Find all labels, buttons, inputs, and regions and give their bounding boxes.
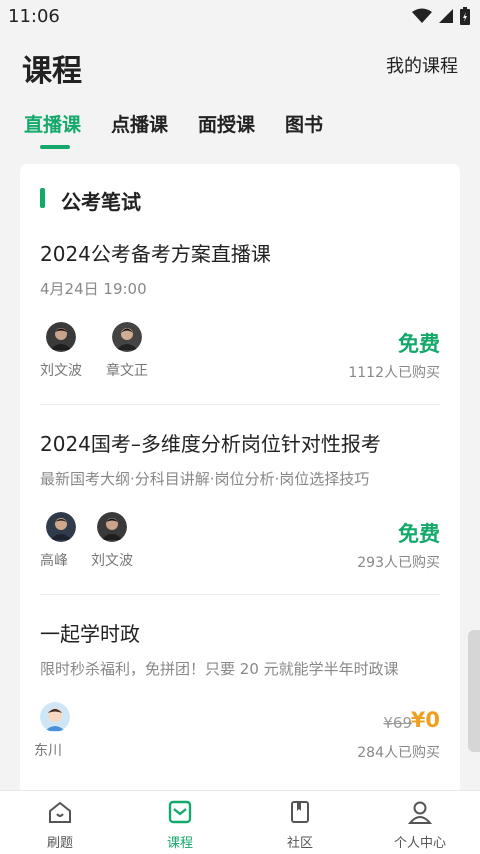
section-header: 公考笔试 xyxy=(20,164,460,214)
avatar xyxy=(40,702,70,732)
wifi-icon xyxy=(412,8,432,23)
nav-item-community[interactable]: 社区 xyxy=(240,799,360,851)
status-icons xyxy=(412,7,470,25)
nav-item-practice[interactable]: 刷题 xyxy=(0,799,120,851)
status-time: 11:06 xyxy=(8,6,60,27)
nav-label: 个人中心 xyxy=(393,836,446,851)
signal-icon xyxy=(439,9,453,23)
course-price: 免费 xyxy=(398,522,440,546)
page-header: 课程 我的课程 xyxy=(0,34,480,94)
nav-label: 课程 xyxy=(166,836,193,851)
course-subtitle: 限时秒杀福利，免拼团！只要 20 元就能学半年时政课 xyxy=(40,660,399,678)
avatar xyxy=(46,322,76,352)
course-subtitle: 4月24日 19:00 xyxy=(40,280,147,298)
nav-label: 刷题 xyxy=(46,836,73,851)
teacher-name: 东川 xyxy=(34,743,62,759)
course-title: 一起学时政 xyxy=(40,622,140,646)
bottom-nav: 刷题 课程 社区 个人中心 xyxy=(0,790,480,854)
teacher: 刘文波 xyxy=(91,512,151,570)
course-book-icon xyxy=(168,800,192,824)
buyer-count: 293人已购买 xyxy=(357,555,440,571)
tab-in-person[interactable]: 面授课 xyxy=(198,110,255,137)
buyer-count: 1112人已购买 xyxy=(348,365,440,381)
home-icon xyxy=(49,801,71,823)
course-subtitle: 最新国考大纲·分科目讲解·岗位分析·岗位选择技巧 xyxy=(40,470,370,488)
floating-side-tab[interactable] xyxy=(468,630,480,752)
tab-on-demand[interactable]: 点播课 xyxy=(111,110,168,137)
teacher: 东川 xyxy=(34,702,94,760)
course-price: 免费 xyxy=(398,332,440,356)
avatar xyxy=(97,512,127,542)
section-title: 公考笔试 xyxy=(61,190,141,214)
active-tab-indicator xyxy=(40,145,70,149)
original-price: ¥69 xyxy=(383,714,412,732)
avatar xyxy=(112,322,142,352)
course-price: ¥0 xyxy=(410,708,440,732)
community-icon xyxy=(291,801,309,823)
tab-books[interactable]: 图书 xyxy=(285,110,323,137)
battery-icon xyxy=(460,7,470,25)
section-accent-bar xyxy=(40,188,45,208)
buyer-count: 284人已购买 xyxy=(357,745,440,761)
divider xyxy=(40,404,440,405)
status-bar: 11:06 xyxy=(0,0,480,34)
profile-icon xyxy=(407,801,433,824)
course-item[interactable]: 2024公考备考方案直播课 4月24日 19:00 刘文波 章文正 免费 111… xyxy=(40,238,440,428)
course-item[interactable]: 2024国考–多维度分析岗位针对性报考 最新国考大纲·分科目讲解·岗位分析·岗位… xyxy=(40,428,440,618)
teacher-name: 刘文波 xyxy=(91,553,133,569)
teacher: 刘文波 xyxy=(40,322,100,380)
page-title: 课程 xyxy=(22,54,82,89)
avatar xyxy=(46,512,76,542)
teacher: 章文正 xyxy=(106,322,166,380)
course-type-tabs: 直播课 点播课 面授课 图书 xyxy=(0,100,480,154)
nav-label: 社区 xyxy=(286,836,313,851)
divider xyxy=(40,594,440,595)
nav-item-courses[interactable]: 课程 xyxy=(120,799,240,851)
tab-live[interactable]: 直播课 xyxy=(24,110,81,137)
my-courses-link[interactable]: 我的课程 xyxy=(386,52,458,78)
course-list-card: 公考笔试 2024公考备考方案直播课 4月24日 19:00 刘文波 章文正 免… xyxy=(20,164,460,804)
teacher-name: 刘文波 xyxy=(40,363,82,379)
course-item[interactable]: 一起学时政 限时秒杀福利，免拼团！只要 20 元就能学半年时政课 东川 ¥69 … xyxy=(34,618,440,804)
nav-item-profile[interactable]: 个人中心 xyxy=(360,799,480,851)
course-title: 2024国考–多维度分析岗位针对性报考 xyxy=(40,432,381,456)
course-title: 2024公考备考方案直播课 xyxy=(40,242,271,266)
teacher-name: 章文正 xyxy=(106,363,148,379)
